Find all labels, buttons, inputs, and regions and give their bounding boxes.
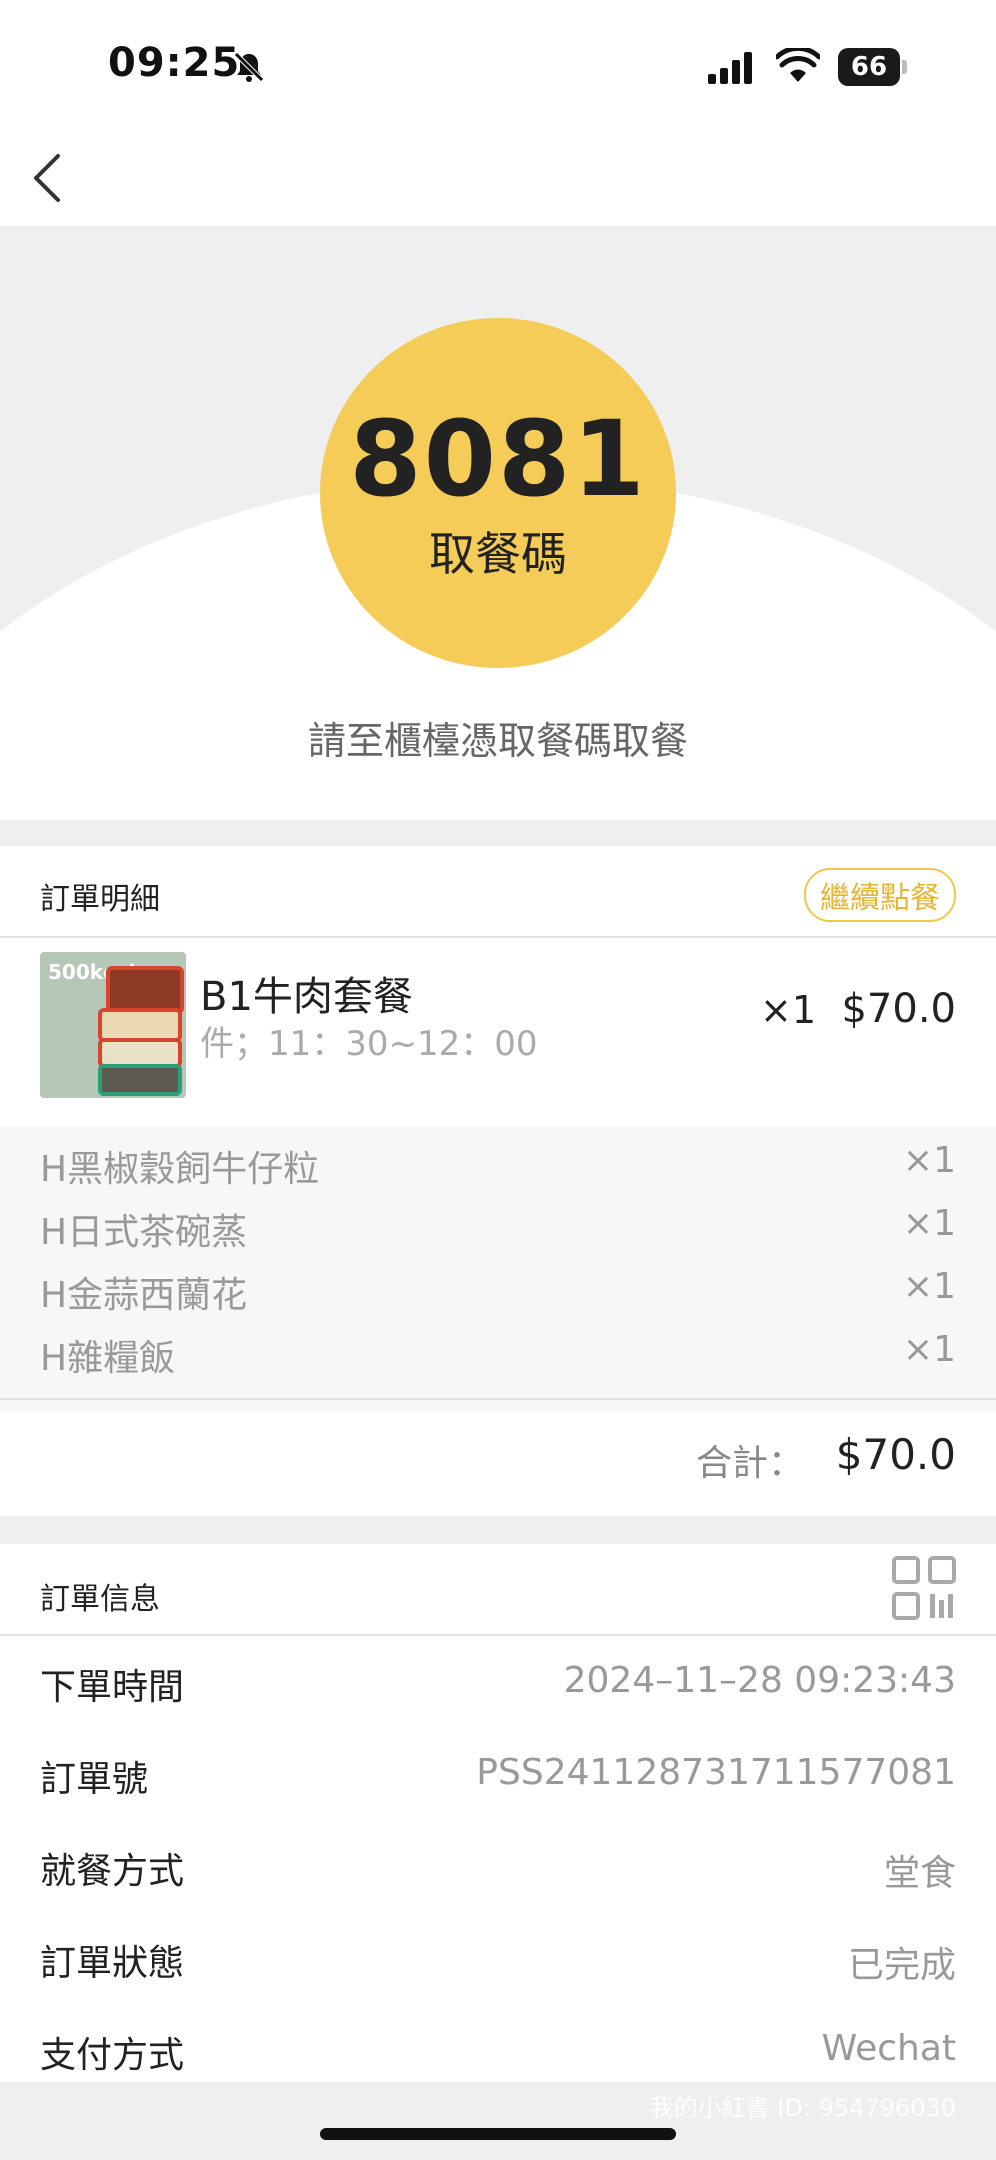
qr-code-icon[interactable] <box>892 1556 956 1620</box>
sub-item-qty: ×1 <box>902 1203 956 1244</box>
bell-muted-icon <box>234 52 264 82</box>
item-price: $70.0 <box>841 986 956 1032</box>
sub-item-qty: ×1 <box>902 1140 956 1181</box>
sub-item: H日式茶碗蒸 ×1 <box>40 1203 956 1253</box>
info-value: PSS2411287317115770​81 <box>476 1752 956 1793</box>
home-indicator[interactable] <box>320 2128 676 2140</box>
info-row-order-time: 下單時間 2024–11–28 09:23:43 <box>40 1658 956 1718</box>
order-info-card: 訂單信息 下單時間 2024–11–28 09:23:43 訂單號 PSS241… <box>0 1544 996 2082</box>
info-key: 支付方式 <box>40 2035 185 2076</box>
total-label: 合計： <box>695 1443 804 1484</box>
sub-item-name: H金蒜西蘭花 <box>40 1275 248 1316</box>
back-chevron-icon[interactable] <box>28 150 68 206</box>
pickup-code: 8081 <box>349 398 647 520</box>
continue-ordering-button[interactable]: 繼續點餐 <box>804 868 956 922</box>
info-value: 已完成 <box>847 1945 956 1986</box>
info-row-order-number: 訂單號 PSS2411287317115770​81 <box>40 1750 956 1810</box>
info-value: 2024–11–28 09:23:43 <box>563 1660 956 1701</box>
item-quantity: ×1 <box>760 988 817 1032</box>
order-pickup-page: 09:25 66 8081 取餐碼 請至櫃檯憑取餐碼取餐 訂單明細 繼續點餐 5… <box>0 0 996 2160</box>
wifi-icon <box>776 48 820 82</box>
order-detail-card: 訂單明細 繼續點餐 500kcal B1牛肉套餐 件；11：30~12：00 ×… <box>0 846 996 1516</box>
info-value: Wechat <box>821 2028 956 2069</box>
pickup-code-label: 取餐碼 <box>429 527 567 581</box>
order-detail-title: 訂單明細 <box>40 882 160 917</box>
thumbnail-tray-veg <box>98 1064 182 1096</box>
pickup-hint: 請至櫃檯憑取餐碼取餐 <box>307 719 688 763</box>
sub-item-name: H日式茶碗蒸 <box>40 1212 248 1253</box>
thumbnail-tray-egg <box>98 1008 182 1042</box>
info-row-dining-method: 就餐方式 堂食 <box>40 1842 956 1902</box>
pickup-code-badge: 8081 取餐碼 <box>320 318 676 668</box>
order-info-title: 訂單信息 <box>40 1582 160 1617</box>
battery-icon: 66 <box>838 48 900 86</box>
item-name: B1牛肉套餐 <box>200 974 413 1020</box>
sub-item-qty: ×1 <box>902 1329 956 1370</box>
sub-item-name: H雜糧飯 <box>40 1338 176 1379</box>
battery-tip <box>902 60 907 74</box>
cellular-signal-icon <box>708 52 752 84</box>
info-key: 訂單號 <box>40 1759 149 1800</box>
info-key: 下單時間 <box>40 1667 185 1708</box>
sub-item: H金蒜西蘭花 ×1 <box>40 1266 956 1316</box>
divider <box>0 1634 996 1636</box>
status-time: 09:25 <box>108 40 241 86</box>
watermark: 我的小紅書 ID: 954796030 <box>649 2094 956 2122</box>
sub-item: H黑椒穀飼牛仔粒 ×1 <box>40 1140 956 1190</box>
divider <box>0 936 996 938</box>
info-key: 就餐方式 <box>40 1851 185 1892</box>
sub-item: H雜糧飯 ×1 <box>40 1329 956 1379</box>
pickup-code-section: 8081 取餐碼 請至櫃檯憑取餐碼取餐 <box>0 226 996 820</box>
sub-item-qty: ×1 <box>902 1266 956 1307</box>
info-row-order-status: 訂單狀態 已完成 <box>40 1934 956 1994</box>
info-value: 堂食 <box>883 1853 956 1894</box>
sub-item-list: H黑椒穀飼牛仔粒 ×1 H日式茶碗蒸 ×1 H金蒜西蘭花 ×1 H雜糧飯 ×1 <box>0 1126 996 1412</box>
meal-thumbnail: 500kcal <box>40 952 186 1098</box>
info-row-payment-method: 支付方式 Wechat <box>40 2026 956 2086</box>
hero-background-fill <box>0 786 996 820</box>
status-bar: 09:25 66 <box>0 0 996 130</box>
sub-item-name: H黑椒穀飼牛仔粒 <box>40 1149 320 1190</box>
item-spec: 件；11：30~12：00 <box>200 1024 538 1064</box>
total-value: $70.0 <box>835 1430 956 1479</box>
nav-bar <box>0 130 996 226</box>
info-key: 訂單狀態 <box>40 1943 185 1984</box>
divider <box>0 1398 996 1400</box>
thumbnail-tray-beef <box>106 966 184 1014</box>
